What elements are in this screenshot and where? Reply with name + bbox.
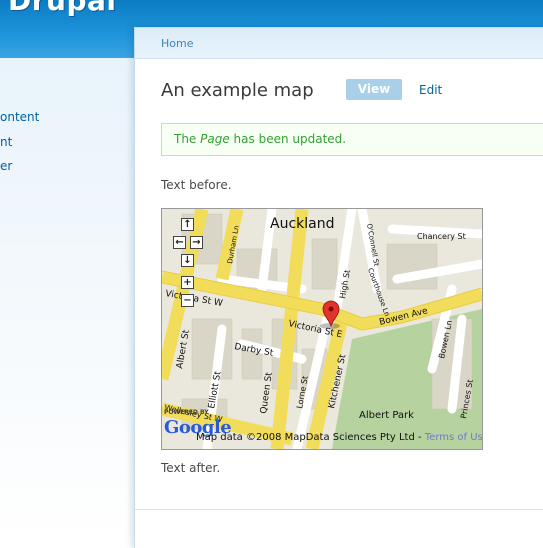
status-message-text: The Page has been updated. <box>174 132 346 146</box>
site-name[interactable]: Drupal <box>8 0 117 17</box>
terms-of-use-link[interactable]: Terms of Use <box>425 432 482 443</box>
pan-left-icon[interactable]: ← <box>173 236 186 249</box>
message-prefix: The <box>174 132 201 146</box>
pan-right-icon[interactable]: → <box>190 236 203 249</box>
map-label-city: Auckland <box>270 216 334 232</box>
breadcrumb: Home <box>135 28 543 59</box>
svg-text:Chancery St: Chancery St <box>417 232 466 241</box>
tab-view[interactable]: View <box>346 79 402 100</box>
breadcrumb-home-link[interactable]: Home <box>161 37 193 50</box>
main-content: Home An example map View Edit The Page h… <box>134 27 543 548</box>
zoom-out-icon[interactable]: − <box>181 294 194 307</box>
sidebar: ontent nt er <box>0 58 134 541</box>
sidebar-item-2[interactable]: nt <box>0 135 12 149</box>
pan-up-icon[interactable]: ↑ <box>181 218 194 231</box>
google-map[interactable]: Auckland Victoria St W Victoria St E Bow… <box>161 208 483 450</box>
sidebar-item-3[interactable]: er <box>0 159 12 173</box>
map-tiles: Auckland Victoria St W Victoria St E Bow… <box>162 209 482 449</box>
status-message: The Page has been updated. <box>161 123 543 156</box>
pan-down-icon[interactable]: ↓ <box>181 254 194 267</box>
attribution-text: Map data ©2008 MapData Sciences Pty Ltd … <box>196 432 425 443</box>
text-before: Text before. <box>161 178 232 192</box>
message-suffix: has been updated. <box>229 132 347 146</box>
content-divider <box>135 509 543 510</box>
page-title: An example map <box>161 80 314 101</box>
map-attribution: Map data ©2008 MapData Sciences Pty Ltd … <box>196 432 482 443</box>
svg-text:Albert Park: Albert Park <box>359 410 414 421</box>
powered-by-label: POWERED BY <box>164 409 209 416</box>
tab-edit[interactable]: Edit <box>419 83 442 97</box>
message-content-type: Page <box>200 132 230 146</box>
text-after: Text after. <box>161 461 221 475</box>
zoom-in-icon[interactable]: + <box>181 276 194 289</box>
sidebar-item-content[interactable]: ontent <box>0 110 39 124</box>
